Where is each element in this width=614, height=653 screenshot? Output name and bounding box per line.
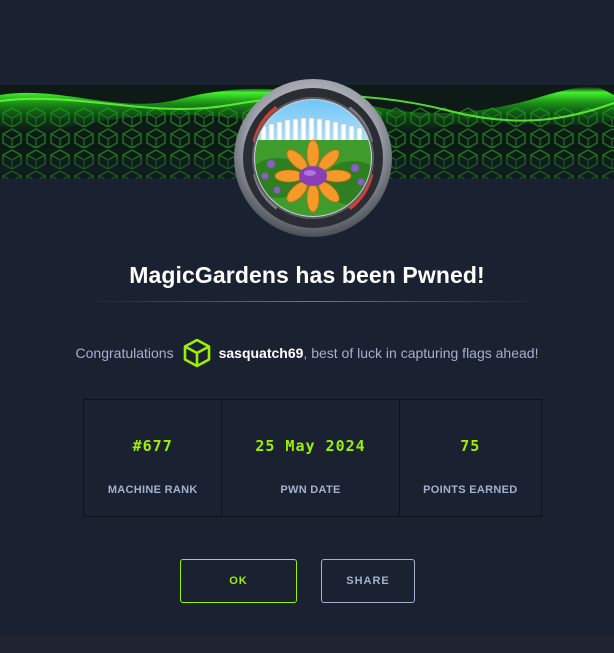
title-divider: [83, 301, 543, 302]
stat-label: MACHINE RANK: [107, 484, 198, 496]
machine-avatar-icon: [234, 79, 392, 237]
share-button[interactable]: SHARE: [321, 559, 415, 603]
congrats-suffix: , best of luck in capturing flags ahead!: [303, 345, 539, 361]
stat-pwn-date: 25 May 2024 PWN DATE: [222, 400, 400, 516]
stat-value: 75: [460, 437, 481, 455]
stats-panel: #677 MACHINE RANK 25 May 2024 PWN DATE 7…: [83, 399, 542, 517]
stat-value: 25 May 2024: [255, 437, 366, 455]
stat-value: #677: [132, 437, 173, 455]
stat-machine-rank: #677 MACHINE RANK: [84, 400, 223, 516]
congrats-message: Congratulations sasquatch69 , best of lu…: [0, 336, 614, 370]
stat-label: PWN DATE: [280, 484, 341, 496]
congrats-prefix: Congratulations: [75, 345, 174, 361]
ok-button[interactable]: OK: [180, 559, 297, 603]
backdrop-strip: [0, 636, 614, 653]
modal-title: MagicGardens has been Pwned!: [129, 262, 485, 288]
username[interactable]: sasquatch69: [219, 345, 304, 361]
stat-points-earned: 75 POINTS EARNED: [400, 400, 541, 516]
stat-label: POINTS EARNED: [423, 484, 518, 496]
pwned-modal: MagicGardens has been Pwned! Congratulat…: [0, 0, 614, 636]
cube-icon: [183, 338, 211, 368]
